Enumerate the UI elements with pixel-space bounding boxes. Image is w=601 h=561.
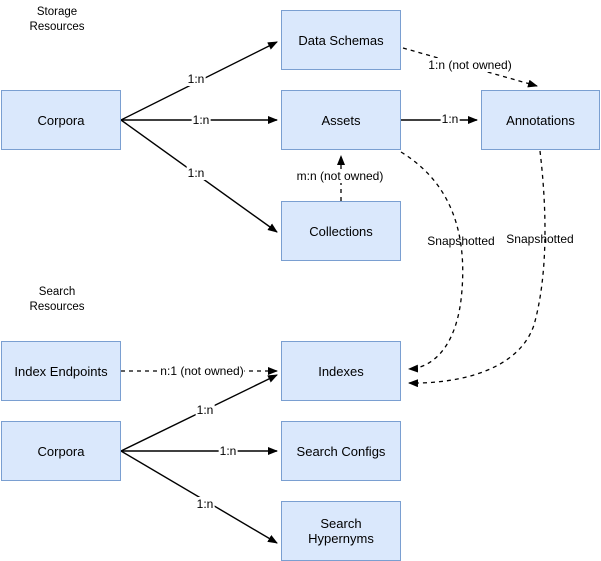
edge-label-corpora-to-collections: 1:n: [186, 166, 206, 180]
resource-relationship-diagram: Storage Resources Search Resources Corpo…: [0, 0, 601, 561]
node-data-schemas[interactable]: Data Schemas: [281, 10, 401, 70]
edge-label-corpora-search-to-search-hypernyms: 1:n: [195, 497, 215, 511]
node-collections[interactable]: Collections: [281, 201, 401, 261]
edge-label-corpora-search-to-indexes: 1:n: [195, 403, 215, 417]
edge-label-corpora-to-data-schemas: 1:n: [186, 72, 206, 86]
node-assets[interactable]: Assets: [281, 90, 401, 150]
node-search-hypernyms[interactable]: Search Hypernyms: [281, 501, 401, 561]
edge-assets-to-indexes: [400, 151, 464, 373]
node-corpora-search[interactable]: Corpora: [1, 421, 121, 481]
edge-label-assets-to-annotations: 1:n: [440, 112, 460, 126]
section-label-storage: Storage Resources: [29, 6, 85, 33]
node-annotations[interactable]: Annotations: [481, 90, 600, 150]
edge-label-collections-to-assets: m:n (not owned): [295, 169, 385, 183]
edge-label-corpora-search-to-search-configs: 1:n: [218, 444, 238, 458]
edge-label-corpora-to-assets: 1:n: [191, 113, 211, 127]
section-label-search: Search Resources: [29, 286, 85, 313]
node-corpora-storage[interactable]: Corpora: [1, 90, 121, 150]
edge-label-index-endpoints-to-indexes: n:1 (not owned): [159, 364, 245, 378]
node-index-endpoints[interactable]: Index Endpoints: [1, 341, 121, 401]
edge-label-data-schemas-to-annotations: 1:n (not owned): [427, 58, 513, 72]
node-search-configs[interactable]: Search Configs: [281, 421, 401, 481]
node-indexes[interactable]: Indexes: [281, 341, 401, 401]
edge-label-assets-to-indexes: Snapshotted: [427, 234, 495, 248]
edge-annotations-to-indexes: [408, 150, 546, 388]
edge-label-annotations-to-indexes: Snapshotted: [506, 232, 574, 246]
